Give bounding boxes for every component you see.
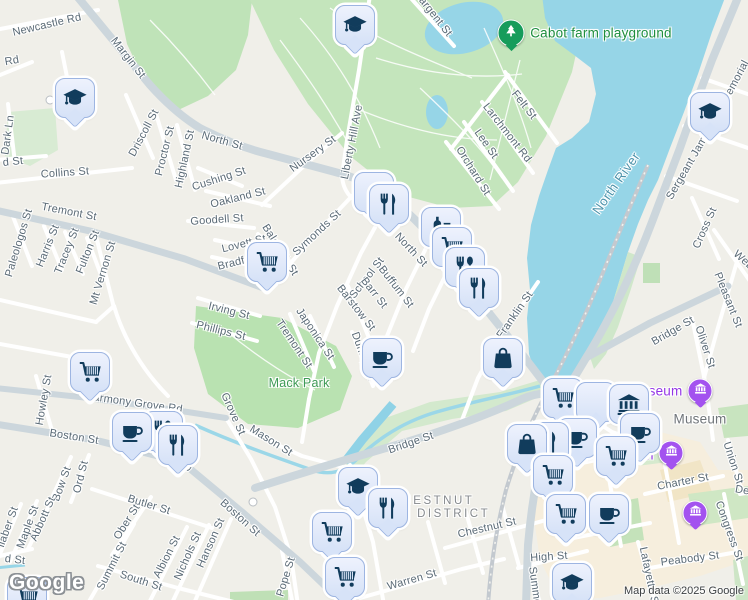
marker-grocery[interactable] — [70, 352, 110, 402]
marker-restaurant[interactable] — [369, 184, 409, 234]
graduation-cap-icon — [559, 570, 585, 596]
graduation-cap-icon — [62, 85, 88, 111]
shopping-cart-icon — [603, 443, 629, 469]
tree-icon — [504, 23, 519, 43]
street-label: Rd — [3, 53, 21, 69]
poi-label[interactable]: Cabot farm playground — [530, 26, 672, 41]
poi-museum[interactable] — [658, 440, 684, 471]
fork-knife-icon — [375, 495, 401, 521]
shopping-cart-icon — [550, 385, 576, 411]
marker-school[interactable] — [55, 78, 95, 128]
marker-school[interactable] — [690, 92, 730, 142]
street-label: d St — [2, 154, 24, 170]
museum-icon — [664, 444, 678, 463]
fork-knife-icon — [466, 275, 492, 301]
marker-cafe[interactable] — [112, 412, 152, 462]
marker-grocery[interactable] — [596, 436, 636, 486]
marker-shopping-bag[interactable] — [483, 338, 523, 388]
coffee-cup-icon — [596, 501, 622, 527]
museum-icon — [688, 504, 702, 523]
google-logo[interactable]: Google — [9, 571, 84, 595]
marker-school[interactable] — [335, 5, 375, 55]
street-label: d St — [4, 552, 26, 568]
shopping-bag-icon — [490, 345, 516, 371]
graduation-cap-icon — [342, 12, 368, 38]
marker-grocery[interactable] — [247, 242, 287, 292]
marker-grocery[interactable] — [546, 494, 586, 544]
shopping-cart-icon — [319, 519, 345, 545]
poi-museum[interactable] — [682, 500, 708, 531]
marker-restaurant[interactable] — [158, 425, 198, 475]
marker-cafe[interactable] — [589, 494, 629, 544]
coffee-cup-icon — [119, 419, 145, 445]
map-canvas[interactable]: Newcastle Rd Rd Margin St North St Driscoll … — [0, 0, 748, 600]
poi-park[interactable] — [497, 19, 525, 52]
poi-label: Museum — [673, 411, 727, 427]
marker-grocery[interactable] — [325, 557, 365, 600]
marker-restaurant[interactable] — [459, 268, 499, 318]
shopping-cart-icon — [77, 359, 103, 385]
shopping-cart-icon — [540, 462, 566, 488]
poi-museum[interactable] — [687, 378, 713, 409]
marker-restaurant[interactable] — [368, 488, 408, 538]
marker-cafe[interactable] — [362, 338, 402, 388]
map-attribution[interactable]: Map data ©2025 Google — [624, 585, 744, 597]
poi-dot[interactable] — [248, 497, 258, 507]
poi-dot[interactable] — [45, 95, 55, 105]
poi-label: Mack Park — [268, 376, 330, 390]
graduation-cap-icon — [697, 99, 723, 125]
shopping-bag-icon — [514, 431, 540, 457]
shopping-cart-icon — [332, 564, 358, 590]
shopping-cart-icon — [254, 249, 280, 275]
shopping-cart-icon — [553, 501, 579, 527]
fork-knife-icon — [376, 191, 402, 217]
marker-grocery[interactable] — [533, 455, 573, 505]
coffee-cup-icon — [369, 345, 395, 371]
fork-knife-icon — [165, 432, 191, 458]
marker-school[interactable] — [552, 563, 592, 600]
museum-icon — [693, 382, 707, 401]
marker-grocery[interactable] — [312, 512, 352, 562]
